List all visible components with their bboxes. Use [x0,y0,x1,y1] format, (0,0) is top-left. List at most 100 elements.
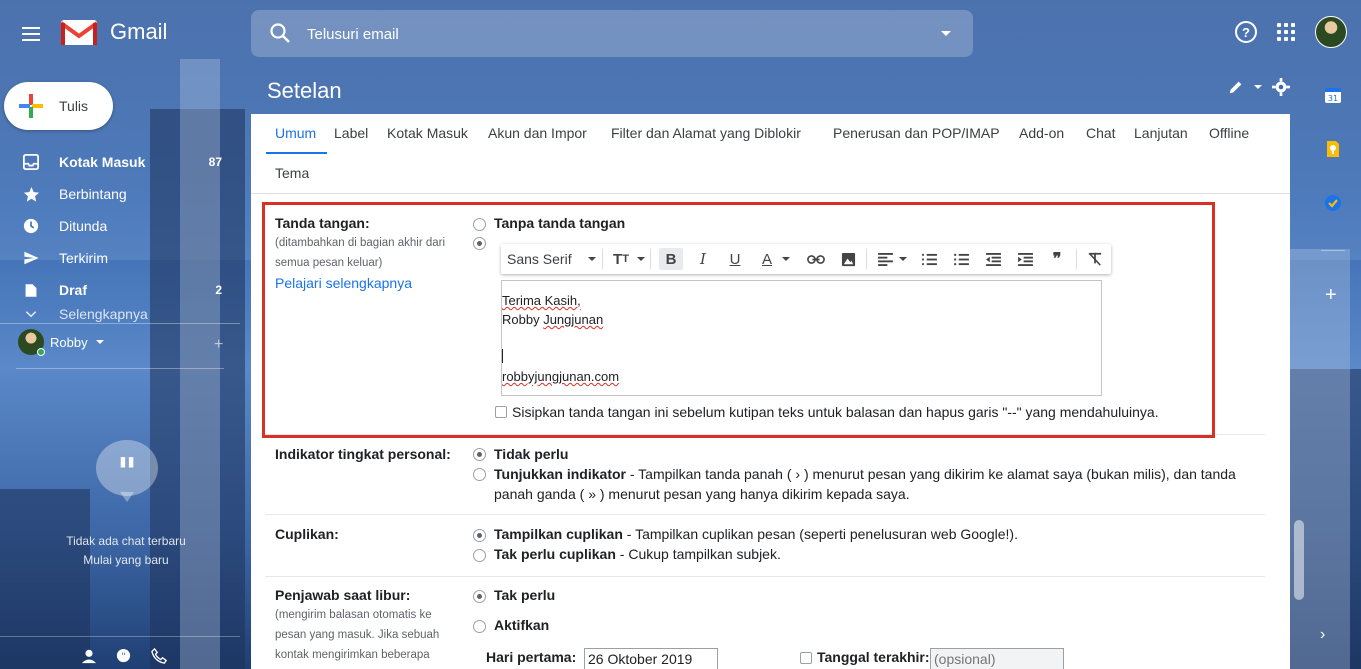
vacation-responder-setting: Penjawab saat libur: (mengirim balasan o… [251,576,1290,669]
get-add-ons-plus-icon[interactable]: + [1325,284,1337,307]
main-menu-button[interactable] [14,18,48,50]
signature-text-line: Terima Kasih, [502,293,581,308]
show-indicator-radio[interactable] [473,468,486,481]
tab-advanced[interactable]: Lanjutan [1134,125,1188,141]
chevron-down-icon[interactable] [588,257,596,261]
draft-icon [22,281,40,299]
font-family-select[interactable]: Sans Serif [507,251,572,267]
person-icon[interactable] [80,647,98,665]
phone-icon[interactable] [150,647,168,665]
show-snippets-description: - Tampilkan cuplikan pesan (seperti pene… [622,526,1018,542]
vacation-on-radio[interactable] [473,620,486,633]
tab-themes[interactable]: Tema [275,165,309,181]
sidebar-divider [0,323,240,324]
chevron-right-icon[interactable]: › [1320,626,1325,644]
sidebar-item-sent[interactable]: Terkirim [0,242,240,274]
hide-snippets-radio[interactable] [473,549,486,562]
calendar-icon[interactable]: 31 [1324,86,1342,104]
tab-offline[interactable]: Offline [1209,125,1249,141]
chevron-down-icon[interactable] [899,257,907,261]
first-day-input[interactable] [584,648,718,669]
sidebar-item-inbox[interactable]: Kotak Masuk 87 [0,146,240,178]
tab-chat[interactable]: Chat [1086,125,1116,141]
signature-description: semua pesan keluar) [275,257,383,269]
image-icon[interactable] [836,248,860,270]
settings-tabs: Umum Label Kotak Masuk Akun dan Impor Fi… [251,114,1290,194]
gear-icon[interactable] [1272,78,1290,96]
quote-icon[interactable]: ❞ [1045,248,1069,270]
last-day-label: Tanggal terakhir: [817,649,930,665]
start-new-chat-link[interactable]: Mulai yang baru [40,551,212,570]
font-size-icon[interactable]: TT [609,248,633,270]
text-color-icon[interactable]: A [755,248,779,270]
last-day-checkbox[interactable] [800,652,812,664]
tab-accounts-import[interactable]: Akun dan Impor [488,125,587,141]
draft-count: 2 [215,283,222,297]
search-input[interactable] [307,22,907,46]
keep-icon[interactable] [1324,140,1342,158]
tab-general[interactable]: Umum [275,125,316,141]
last-day-input[interactable] [930,648,1064,669]
vacation-description: kontak mengirimkan beberapa [275,649,430,661]
bulleted-list-icon[interactable] [949,248,973,270]
search-icon[interactable] [269,22,291,44]
tab-forwarding-pop-imap[interactable]: Penerusan dan POP/IMAP [833,125,1000,141]
tab-labels[interactable]: Label [334,125,368,141]
italic-icon[interactable]: I [691,248,715,270]
numbered-list-icon[interactable] [917,248,941,270]
vacation-responder-label: Penjawab saat libur: [275,587,411,603]
indent-more-icon[interactable] [1013,248,1037,270]
link-icon[interactable] [804,248,828,270]
sidebar-item-snoozed[interactable]: Ditunda [0,210,240,242]
signature-editor[interactable]: Terima Kasih, Robby Jungjunan robbyjungj… [501,280,1102,396]
account-avatar[interactable] [1315,16,1347,48]
bold-icon[interactable]: B [659,248,683,270]
help-icon[interactable]: ? [1235,21,1257,43]
active-tab-indicator [266,152,327,154]
gmail-logo[interactable]: Gmail [60,18,167,46]
tasks-icon[interactable] [1324,194,1342,212]
search-options-caret-icon[interactable] [941,31,951,36]
signature-description: (ditambahkan di bagian akhir dari [275,237,446,249]
chevron-down-icon[interactable] [782,257,790,261]
tab-filters-blocked[interactable]: Filter dan Alamat yang Diblokir [611,125,801,141]
sidebar-item-label: Selengkapnya [59,306,148,322]
new-chat-plus-icon[interactable]: + [214,336,223,354]
indent-less-icon[interactable] [981,248,1005,270]
underline-icon[interactable]: U [723,248,747,270]
show-indicator-description: panah ganda ( » ) menurut pesan yang han… [494,486,910,502]
sidebar-item-drafts[interactable]: Draf 2 [0,274,240,306]
insert-before-quote-checkbox[interactable] [495,406,507,418]
no-indicator-radio[interactable] [473,448,486,461]
app-name: Gmail [110,19,168,44]
side-panel-divider [1321,250,1345,251]
pencil-icon[interactable] [1228,79,1244,95]
custom-signature-radio[interactable] [473,237,486,250]
learn-more-link[interactable]: Pelajari selengkapnya [275,275,412,291]
scrollbar-thumb[interactable] [1294,520,1304,600]
chevron-down-icon[interactable] [637,257,645,261]
google-apps-icon[interactable] [1275,21,1297,43]
sidebar-item-label: Ditunda [59,218,108,234]
search-bar[interactable] [251,10,973,57]
remove-formatting-icon[interactable] [1083,248,1107,270]
snippets-setting: Cuplikan: Tampilkan cuplikan - Tampilkan… [251,514,1290,574]
tab-inbox[interactable]: Kotak Masuk [387,125,468,141]
sidebar-item-more[interactable]: Selengkapnya [0,306,240,322]
tab-add-ons[interactable]: Add-on [1019,125,1064,141]
sidebar-item-starred[interactable]: Berbintang [0,178,240,210]
vacation-off-radio[interactable] [473,590,486,603]
sidebar-item-label: Terkirim [59,250,108,266]
chevron-down-icon[interactable] [1254,85,1262,89]
hangouts-user[interactable]: Robby [18,329,104,356]
show-indicator-description: - Tampilkan tanda panah ( › ) menurut pe… [625,466,1236,482]
plus-icon [19,94,43,118]
compose-button[interactable]: Tulis [4,82,113,130]
hangouts-quote-icon[interactable]: " [114,647,132,665]
settings-panel: Umum Label Kotak Masuk Akun dan Impor Fi… [251,114,1290,669]
align-icon[interactable] [873,248,897,270]
no-signature-radio[interactable] [473,218,486,231]
signature-text: robbyjungjunan.com [502,369,620,384]
show-snippets-radio[interactable] [473,529,486,542]
personal-indicator-label: Indikator tingkat personal: [275,446,451,462]
